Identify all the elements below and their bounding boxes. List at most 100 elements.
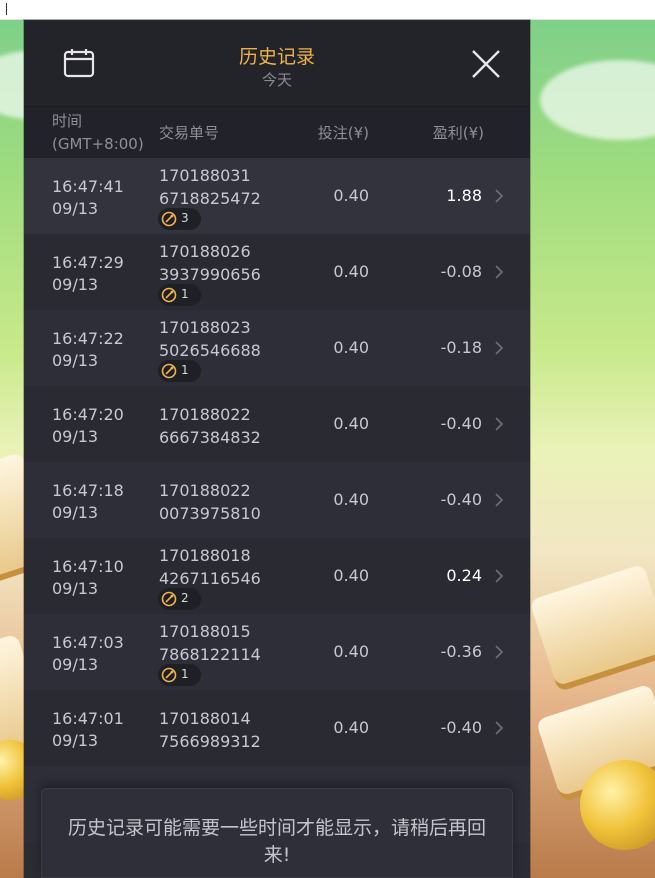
row-profit: -0.08: [440, 262, 482, 281]
row-order-id: 170188014 7566989312: [159, 707, 261, 753]
row-time: 16:47:10 09/13: [52, 556, 124, 600]
row-order-id: 170188022 0073975810: [159, 479, 261, 525]
free-spin-icon: [161, 363, 177, 379]
chevron-right-icon[interactable]: [494, 720, 504, 736]
row-time-clock: 16:47:41: [52, 177, 124, 196]
row-profit: -0.40: [440, 414, 482, 433]
row-time-date: 09/13: [52, 655, 99, 674]
browser-address-strip: [0, 0, 655, 20]
row-bet: 0.40: [333, 414, 369, 433]
row-bet: 0.40: [333, 262, 369, 281]
row-order-id-part1: 170188031: [159, 166, 251, 185]
free-spin-count: 1: [181, 287, 189, 301]
row-bet: 0.40: [333, 718, 369, 737]
column-header-profit: 盈利(¥): [432, 124, 484, 142]
row-time: 16:47:18 09/13: [52, 480, 124, 524]
chevron-right-icon[interactable]: [494, 416, 504, 432]
row-order-id-part1: 170188023: [159, 318, 251, 337]
row-time-clock: 16:47:01: [52, 709, 124, 728]
chevron-right-icon[interactable]: [494, 264, 504, 280]
table-row[interactable]: 16:47:18 09/13 170188022 0073975810 0.40 -0.4…: [24, 462, 530, 538]
free-spin-count: 2: [181, 591, 189, 605]
column-header-bet: 投注(¥): [317, 124, 369, 142]
row-order-id-part1: 170188026: [159, 242, 251, 261]
text-cursor: [6, 3, 7, 15]
row-order-id: 170188023 5026546688: [159, 316, 261, 362]
row-profit: -0.40: [440, 490, 482, 509]
free-spin-badge: 3: [158, 208, 201, 230]
row-order-id-part1: 170188015: [159, 622, 251, 641]
page-title: 历史记录: [238, 46, 315, 68]
row-time: 16:47:03 09/13: [52, 632, 124, 676]
row-order-id: 170188031 6718825472: [159, 164, 261, 210]
column-header-timezone: (GMT+8:00): [52, 135, 144, 153]
row-order-id: 170188026 3937990656: [159, 240, 261, 286]
row-bet: 0.40: [333, 338, 369, 357]
chevron-right-icon[interactable]: [494, 188, 504, 204]
table-row[interactable]: 16:47:22 09/13 170188023 5026546688 1 0.40 -0.…: [24, 310, 530, 386]
free-spin-count: 3: [181, 211, 189, 225]
loading-notice: 历史记录可能需要一些时间才能显示，请稍后再回来!: [41, 788, 513, 878]
table-row[interactable]: 16:47:10 09/13 170188018 4267116546 2 0.40 0.2…: [24, 538, 530, 614]
table-row[interactable]: 16:47:41 09/13 170188031 6718825472 3 0.40 1.8…: [24, 158, 530, 234]
row-order-id-part2: 6718825472: [159, 189, 261, 208]
table-row[interactable]: 16:47:20 09/13 170188022 6667384832 0.40 -0.4…: [24, 386, 530, 462]
row-order-id-part2: 0073975810: [159, 504, 261, 523]
chevron-right-icon[interactable]: [494, 644, 504, 660]
row-order-id-part2: 7566989312: [159, 732, 261, 751]
row-order-id-part1: 170188018: [159, 546, 251, 565]
row-order-id-part2: 4267116546: [159, 569, 261, 588]
free-spin-badge: 1: [158, 360, 201, 382]
row-time: 16:47:22 09/13: [52, 328, 124, 372]
row-order-id: 170188022 6667384832: [159, 403, 261, 449]
table-row[interactable]: 16:47:03 09/13 170188015 7868122114 1 0.40 -0.…: [24, 614, 530, 690]
mahjong-tile: [529, 563, 655, 687]
row-time-clock: 16:47:18: [52, 481, 124, 500]
free-spin-badge: 2: [158, 588, 201, 610]
row-time-date: 09/13: [52, 731, 99, 750]
date-filter-label: 今天: [261, 71, 292, 89]
table-row[interactable]: 16:47:29 09/13 170188026 3937990656 1 0.40 -0.…: [24, 234, 530, 310]
row-bet: 0.40: [333, 642, 369, 661]
chevron-right-icon[interactable]: [494, 340, 504, 356]
cloud: [540, 60, 655, 140]
row-time-date: 09/13: [52, 579, 99, 598]
free-spin-count: 1: [181, 667, 189, 681]
row-profit: 0.24: [446, 566, 482, 585]
free-spin-badge: 1: [158, 664, 201, 686]
row-profit: -0.18: [440, 338, 482, 357]
row-time-date: 09/13: [52, 199, 99, 218]
row-bet: 0.40: [333, 186, 369, 205]
table-row[interactable]: 16:47:01 09/13 170188014 7566989312 0.40 -0.4…: [24, 690, 530, 766]
row-bet: 0.40: [333, 566, 369, 585]
row-time: 16:47:41 09/13: [52, 176, 124, 220]
row-time: 16:47:29 09/13: [52, 252, 124, 296]
row-order-id-part2: 3937990656: [159, 265, 261, 284]
row-bet: 0.40: [333, 490, 369, 509]
row-time: 16:47:20 09/13: [52, 404, 124, 448]
free-spin-icon: [161, 591, 177, 607]
row-time-clock: 16:47:22: [52, 329, 124, 348]
row-order-id-part2: 5026546688: [159, 341, 261, 360]
chevron-right-icon[interactable]: [494, 568, 504, 584]
row-time-date: 09/13: [52, 503, 99, 522]
row-order-id: 170188015 7868122114: [159, 620, 261, 666]
free-spin-icon: [161, 211, 177, 227]
free-spin-badge: 1: [158, 284, 201, 306]
row-time-clock: 16:47:20: [52, 405, 124, 424]
column-header-time-label: 时间: [52, 112, 83, 130]
row-profit: -0.36: [440, 642, 482, 661]
chevron-right-icon[interactable]: [494, 492, 504, 508]
row-order-id-part1: 170188022: [159, 481, 251, 500]
panel-header: 历史记录 今天: [24, 20, 530, 107]
free-spin-icon: [161, 667, 177, 683]
row-time: 16:47:01 09/13: [52, 708, 124, 752]
close-icon[interactable]: [466, 44, 506, 84]
free-spin-icon: [161, 287, 177, 303]
row-time-date: 09/13: [52, 351, 99, 370]
gold-coin: [580, 760, 655, 850]
row-order-id-part2: 7868122114: [159, 645, 261, 664]
row-time-date: 09/13: [52, 275, 99, 294]
row-order-id-part2: 6667384832: [159, 428, 261, 447]
row-time-date: 09/13: [52, 427, 99, 446]
